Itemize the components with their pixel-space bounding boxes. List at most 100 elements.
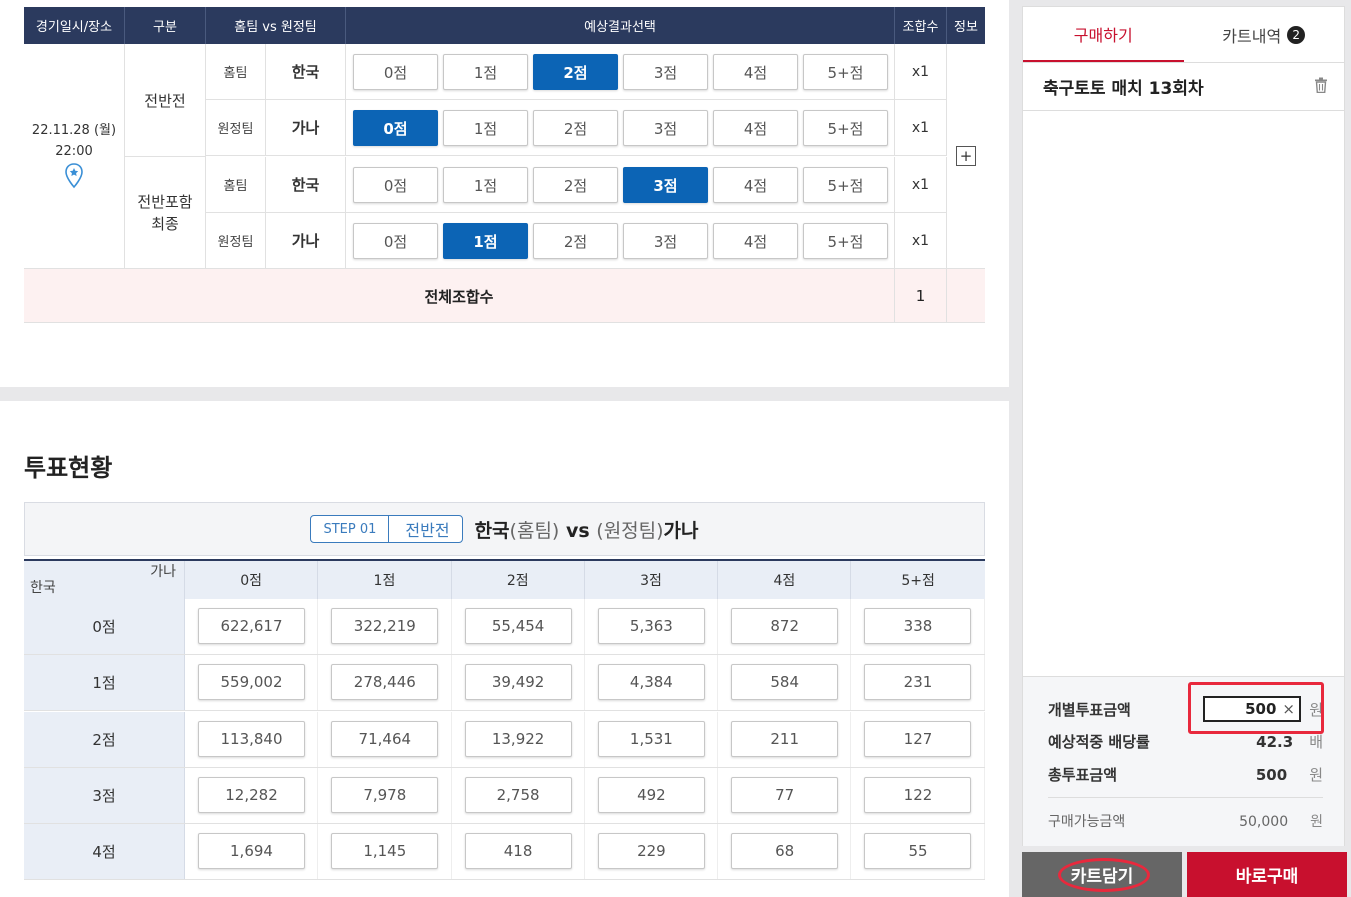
score-option-button[interactable]: 5+점 (803, 223, 888, 259)
corner-home-label: 한국 (30, 580, 56, 596)
team-side-label: 홈팀 (206, 44, 266, 100)
cart-button-highlight (1058, 858, 1150, 892)
vote-count-box: 68 (731, 833, 839, 870)
vote-cell: 55,454 (452, 599, 585, 654)
vote-table-row: 3점 12,282 7,978 2,758 492 77 122 (24, 767, 985, 824)
amount-highlight-box (1188, 682, 1324, 734)
vote-cell: 12,282 (185, 767, 319, 823)
total-unit: 원 (1309, 766, 1323, 784)
score-option-button[interactable]: 0점 (353, 223, 438, 259)
vote-row-label: 1점 (24, 655, 185, 711)
score-option-button[interactable]: 0점 (353, 54, 438, 90)
score-option-button[interactable]: 5+점 (803, 110, 888, 146)
tab-cart-history[interactable]: 카트내역 2 (1184, 7, 1345, 62)
vote-col-header: 1점 (318, 561, 452, 599)
vote-count-box: 2,758 (464, 776, 572, 813)
score-option-button[interactable]: 1점 (443, 223, 528, 259)
score-option-button[interactable]: 3점 (623, 110, 708, 146)
score-option-button[interactable]: 2점 (533, 223, 618, 259)
score-option-button[interactable]: 5+점 (803, 167, 888, 203)
vote-cell: 7,978 (318, 767, 452, 823)
score-option-button[interactable]: 1점 (443, 54, 528, 90)
vote-count-box: 278,446 (331, 664, 439, 701)
vote-cell: 211 (718, 711, 852, 767)
step-indicator[interactable]: STEP 01 전반전 (310, 515, 463, 543)
combo-count: x1 (895, 213, 947, 269)
score-option-button[interactable]: 3점 (623, 223, 708, 259)
score-option-button[interactable]: 4점 (713, 110, 798, 146)
vote-table-row: 4점 1,694 1,145 418 229 68 55 (24, 824, 985, 881)
header-date: 경기일시/장소 (24, 7, 125, 44)
odds-value-wrap: 42.3 배 (1256, 731, 1323, 752)
vote-cell: 622,617 (185, 599, 319, 654)
trash-icon[interactable] (1314, 77, 1328, 97)
score-option-button[interactable]: 0점 (353, 167, 438, 203)
score-option-button[interactable]: 0점 (353, 110, 438, 146)
score-option-button[interactable]: 1점 (443, 167, 528, 203)
available-unit: 원 (1310, 814, 1323, 830)
vote-col-header: 0점 (185, 561, 319, 599)
vote-count-box: 1,531 (597, 720, 705, 757)
tab-buy[interactable]: 구매하기 (1023, 7, 1184, 62)
score-option-button[interactable]: 4점 (713, 54, 798, 90)
score-option-button[interactable]: 1점 (443, 110, 528, 146)
odds-value: 42.3 (1256, 733, 1294, 751)
team-name: 한국 (266, 157, 346, 213)
score-option-button[interactable]: 2점 (533, 54, 618, 90)
score-option-button[interactable]: 2점 (533, 110, 618, 146)
add-to-cart-button[interactable]: 카트담기 (1022, 852, 1182, 897)
team-name: 한국 (266, 44, 346, 100)
vote-home-tag: (홈팀) (509, 519, 560, 542)
vote-cell: 231 (851, 655, 985, 711)
vote-cell: 584 (718, 655, 852, 711)
vote-cell: 1,145 (318, 824, 452, 880)
cart-summary: 개별투표금액 원 500 × 예상적중 배당률 42.3 배 총투표금액 500 원… (1023, 676, 1344, 846)
location-pin-icon[interactable] (64, 163, 84, 193)
header-combo: 조합수 (895, 7, 947, 44)
total-value: 500 (1255, 766, 1288, 784)
vote-count-box: 338 (864, 608, 972, 644)
total-label: 총투표금액 (1048, 766, 1118, 784)
total-row: 총투표금액 500 원 (1048, 764, 1323, 785)
available-value-wrap: 50,000 원 (1239, 811, 1323, 831)
vote-home-team: 한국 (474, 519, 510, 542)
match-time: 22:00 (55, 144, 93, 159)
vote-row-label: 4점 (24, 824, 185, 880)
vote-cell: 1,694 (185, 824, 319, 880)
vote-cell: 4,384 (585, 655, 719, 711)
score-option-button[interactable]: 2점 (533, 167, 618, 203)
vote-row-label: 2점 (24, 711, 185, 767)
vote-cell: 127 (851, 711, 985, 767)
vote-cell: 278,446 (318, 655, 452, 711)
vote-count-box: 127 (864, 720, 972, 757)
score-option-button[interactable]: 4점 (713, 223, 798, 259)
vote-count-box: 39,492 (464, 664, 572, 701)
score-option-button[interactable]: 3점 (623, 167, 708, 203)
vote-col-header: 3점 (585, 561, 719, 599)
vote-count-box: 559,002 (198, 664, 305, 701)
vote-count-box: 584 (731, 664, 839, 701)
score-option-button[interactable]: 3점 (623, 54, 708, 90)
selection-panel: 경기일시/장소 구분 홈팀 vs 원정팀 예상결과선택 조합수 정보 22.11… (0, 0, 1009, 387)
match-datetime-cell: 22.11.28 (월) 22:00 (24, 44, 125, 269)
vote-cell: 113,840 (185, 711, 319, 767)
vote-count-box: 113,840 (198, 720, 305, 757)
score-option-button[interactable]: 5+점 (803, 54, 888, 90)
vote-cell: 2,758 (452, 767, 585, 823)
buy-now-button[interactable]: 바로구매 (1187, 852, 1347, 897)
vote-count-box: 71,464 (331, 720, 439, 757)
score-option-button[interactable]: 4점 (713, 167, 798, 203)
vote-col-header: 4점 (718, 561, 852, 599)
cart-game-header: 축구토토 매치 13회차 (1023, 63, 1344, 111)
vote-count-box: 872 (731, 608, 839, 644)
section-first-half: 전반전 (125, 44, 206, 157)
expand-plus-icon[interactable]: + (956, 146, 976, 166)
vote-vs: vs (559, 519, 597, 542)
vote-cell: 872 (718, 599, 852, 654)
header-type: 구분 (125, 7, 206, 44)
vote-table-row: 1점 559,002 278,446 39,492 4,384 584 231 (24, 655, 985, 712)
vote-row-label: 3점 (24, 767, 185, 823)
section-full-time: 전반포함 최종 (125, 157, 206, 269)
info-cell: + (947, 44, 985, 269)
step-bar: STEP 01 전반전 한국(홈팀) vs (원정팀)가나 (24, 502, 985, 556)
